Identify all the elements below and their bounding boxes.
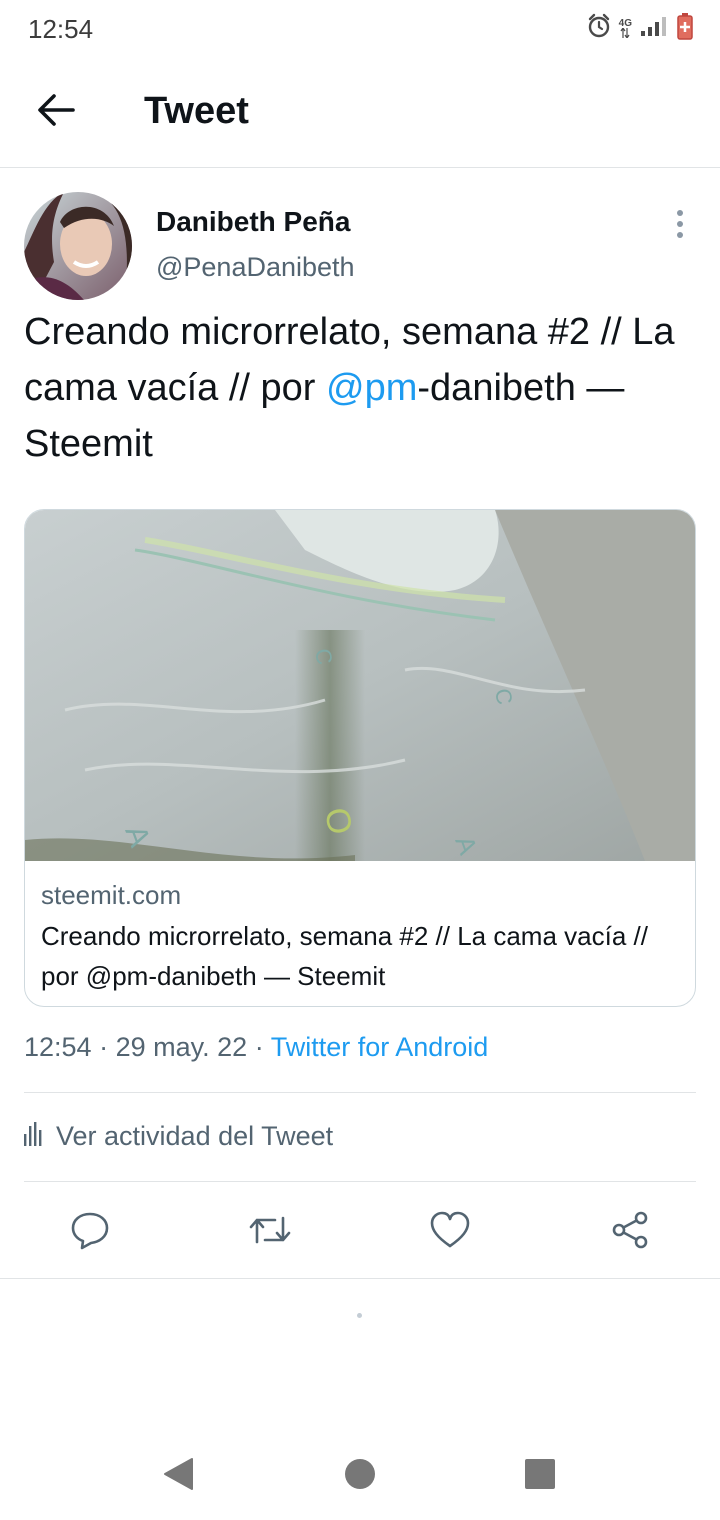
battery-icon xyxy=(676,12,694,45)
share-button[interactable] xyxy=(606,1208,654,1256)
reply-button[interactable] xyxy=(66,1208,114,1256)
author-name[interactable]: Danibeth Peña xyxy=(156,206,350,238)
activity-label: Ver actividad del Tweet xyxy=(56,1120,334,1151)
system-nav-bar xyxy=(0,1430,720,1520)
status-icons: 4G xyxy=(587,12,694,45)
app-header: Tweet xyxy=(0,60,720,168)
meta-separator: · xyxy=(99,1032,109,1062)
tweet-date: 29 may. 22 xyxy=(115,1032,248,1062)
more-dot-icon xyxy=(677,232,683,238)
divider xyxy=(24,1092,696,1093)
status-bar: 12:54 4G xyxy=(0,0,720,60)
more-dot-icon xyxy=(677,210,683,216)
back-button[interactable] xyxy=(30,86,82,138)
network-4g-icon: 4G xyxy=(619,19,632,38)
like-icon xyxy=(429,1211,471,1254)
link-card[interactable]: C C O A A steemit.com Creando microrrela… xyxy=(24,509,696,1007)
card-image: C C O A A xyxy=(25,510,695,861)
divider xyxy=(24,1181,696,1182)
circle-home-icon xyxy=(344,1458,376,1495)
meta-separator: · xyxy=(254,1032,264,1062)
share-icon xyxy=(610,1210,650,1255)
card-domain: steemit.com xyxy=(41,880,182,910)
tweet-actions xyxy=(0,1200,720,1262)
author-handle[interactable]: @PenaDanibeth xyxy=(156,252,355,283)
page-title: Tweet xyxy=(144,90,249,132)
like-button[interactable] xyxy=(426,1208,474,1256)
more-options-button[interactable] xyxy=(664,206,696,242)
more-dot-icon xyxy=(677,221,683,227)
square-recents-icon xyxy=(525,1458,555,1494)
nav-home-button[interactable] xyxy=(340,1456,380,1496)
arrow-left-icon xyxy=(37,93,75,132)
card-title: Creando microrrelato, semana #2 // La ca… xyxy=(41,921,648,991)
mention-link[interactable]: @pm xyxy=(326,367,417,409)
tweet-time: 12:54 xyxy=(24,1032,92,1062)
signal-icon xyxy=(640,15,668,42)
tweet-source-link[interactable]: Twitter for Android xyxy=(271,1032,489,1062)
nav-recents-button[interactable] xyxy=(520,1456,560,1496)
status-time: 12:54 xyxy=(28,14,94,44)
avatar[interactable] xyxy=(24,192,132,300)
bar-chart-icon xyxy=(24,1121,42,1151)
retweet-button[interactable] xyxy=(246,1208,294,1256)
tweet-activity-button[interactable]: Ver actividad del Tweet xyxy=(24,1110,333,1162)
divider xyxy=(0,1278,720,1279)
tweet-meta: 12:54 · 29 may. 22 · Twitter for Android xyxy=(24,1032,488,1063)
triangle-back-icon xyxy=(162,1457,194,1496)
tweet-text: Creando microrrelato, semana #2 // La ca… xyxy=(24,304,696,472)
retweet-icon xyxy=(248,1210,292,1255)
loading-indicator xyxy=(357,1313,362,1318)
nav-back-button[interactable] xyxy=(158,1456,198,1496)
reply-icon xyxy=(70,1210,110,1255)
alarm-icon xyxy=(587,13,611,44)
